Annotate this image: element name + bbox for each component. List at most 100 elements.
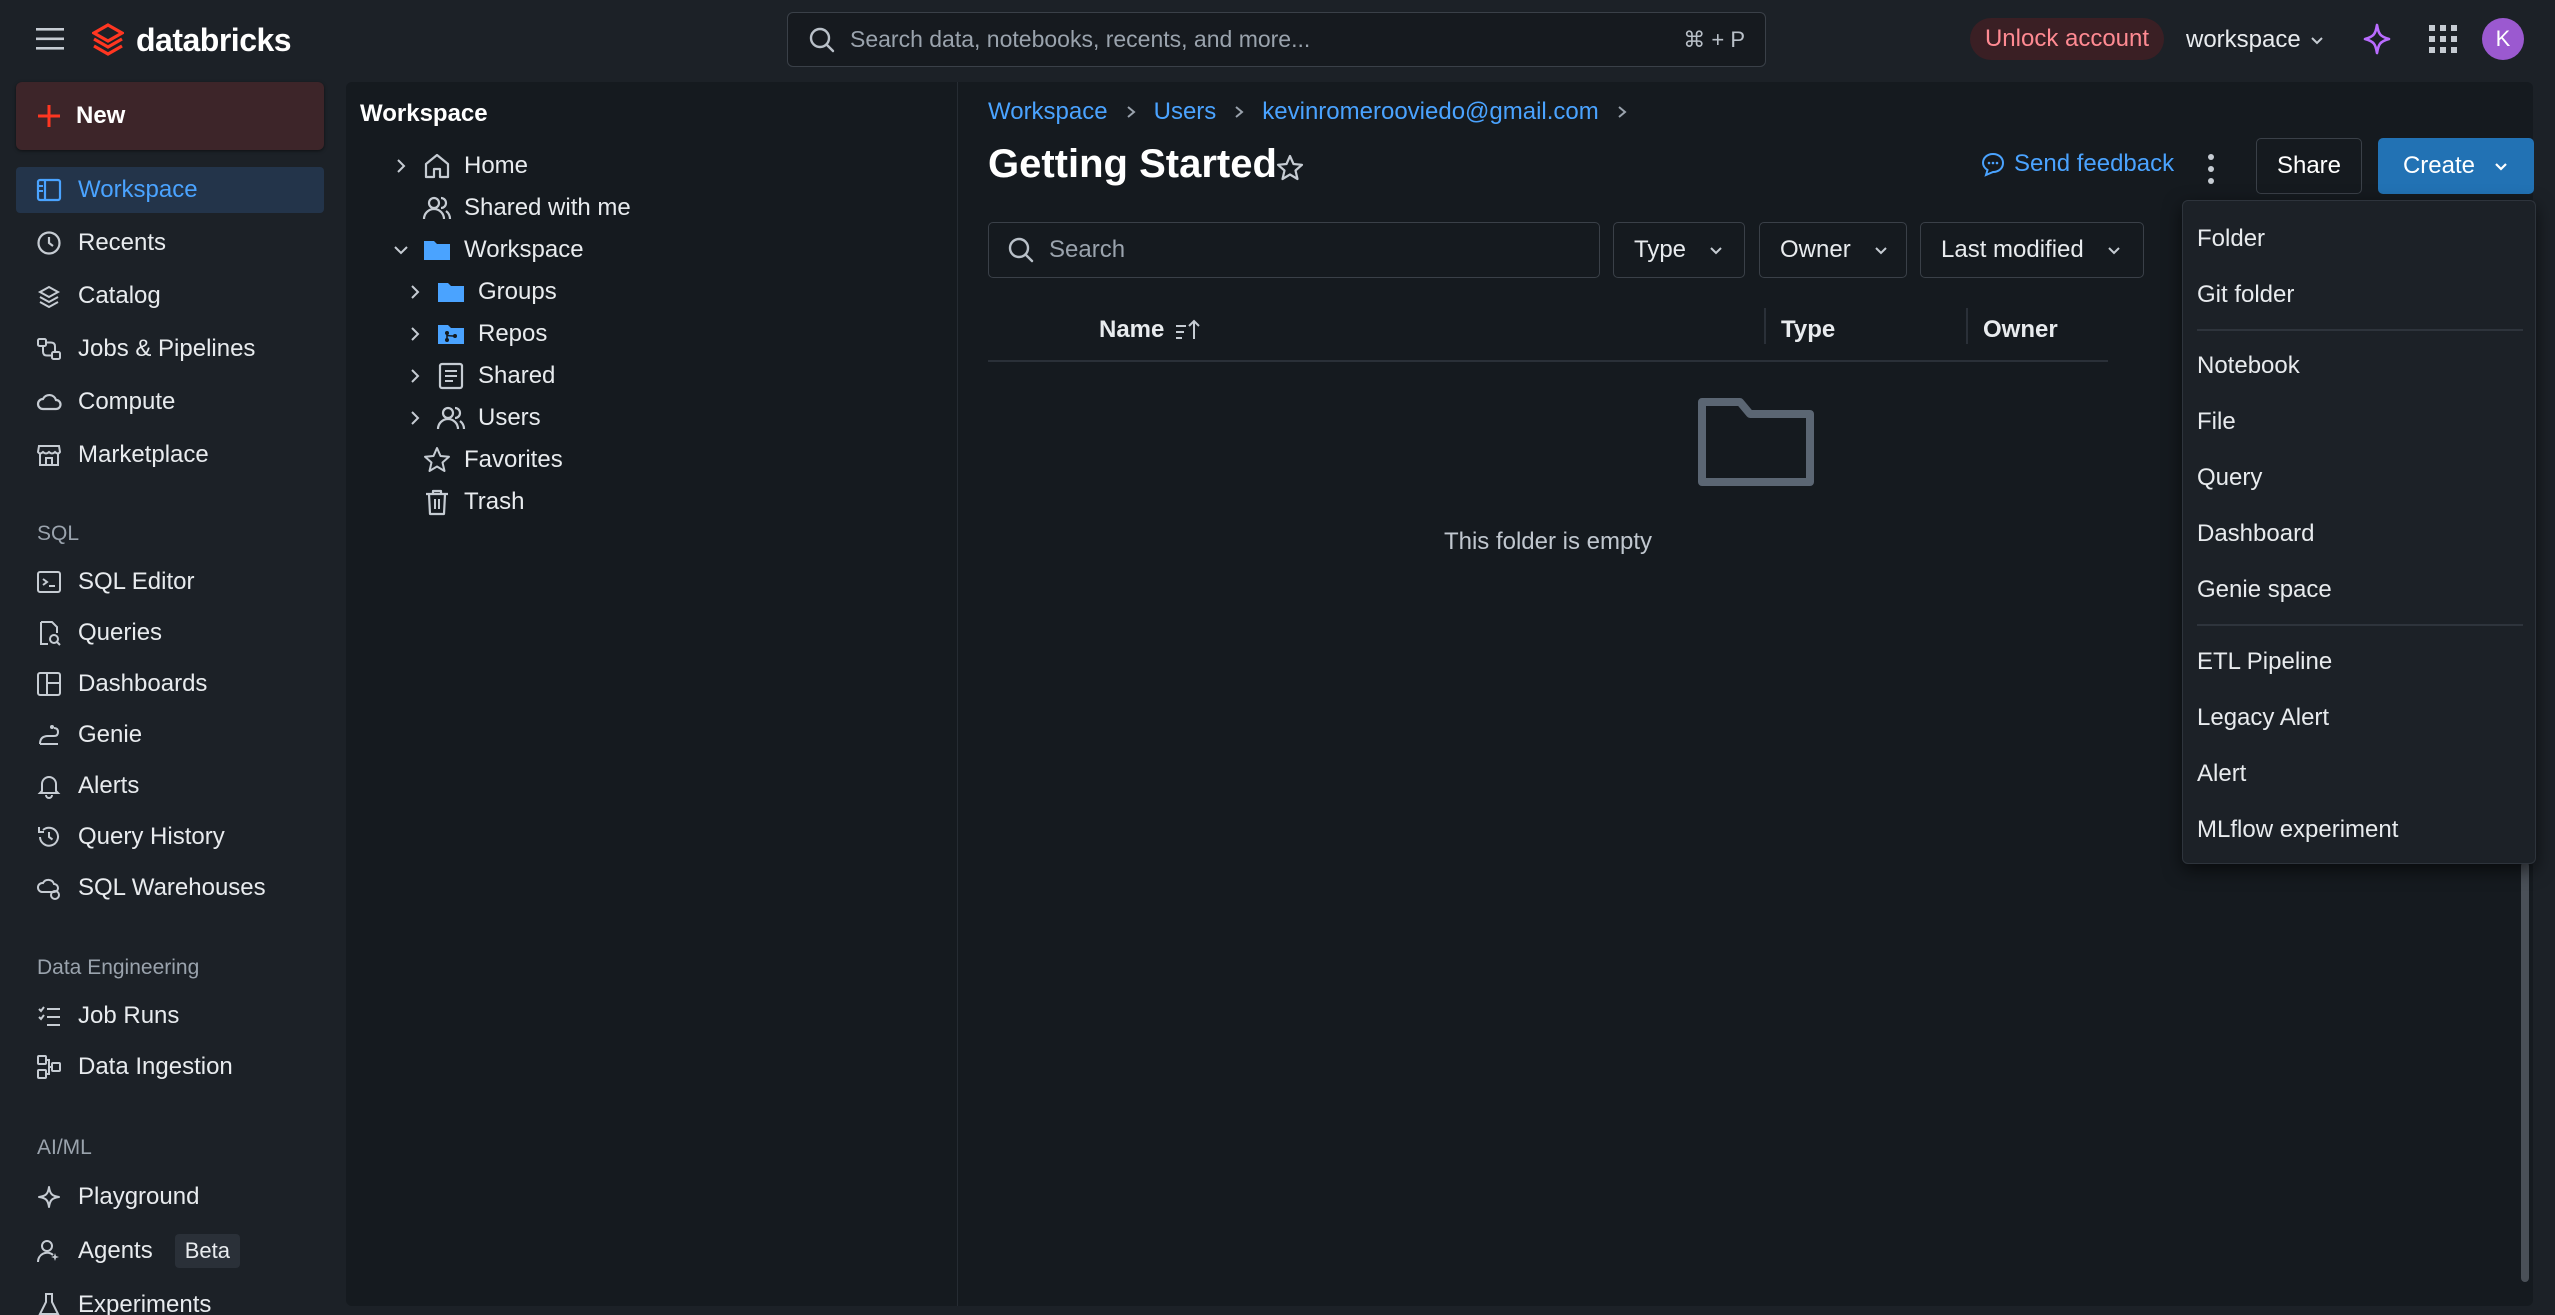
folder-filled-icon	[436, 277, 466, 307]
more-options-icon[interactable]	[2204, 152, 2218, 186]
sidebar-item-label: Compute	[78, 388, 176, 415]
folder-search-input[interactable]: Search	[988, 222, 1600, 278]
tree-item-label: Home	[464, 152, 529, 179]
sidebar-item-playground[interactable]: Playground	[16, 1174, 324, 1220]
menu-item-etl-pipeline[interactable]: ETL Pipeline	[2197, 648, 2332, 676]
send-feedback-button[interactable]: Send feedback	[1980, 150, 2174, 178]
sidebar-item-job-runs[interactable]: Job Runs	[16, 993, 324, 1039]
menu-item-alert[interactable]: Alert	[2197, 760, 2246, 788]
sidebar-item-catalog[interactable]: Catalog	[16, 273, 324, 319]
databricks-logo[interactable]: databricks	[92, 20, 292, 60]
sidebar-item-data-ingestion[interactable]: Data Ingestion	[16, 1044, 324, 1090]
menu-divider	[2197, 329, 2523, 331]
tree-item-label: Workspace	[464, 236, 584, 263]
chevron-down-icon[interactable]	[392, 241, 410, 259]
sidebar-item-label: Jobs & Pipelines	[78, 335, 256, 362]
workspace-switcher[interactable]: workspace	[2186, 20, 2325, 60]
tree-item-users[interactable]: Users	[406, 398, 541, 438]
sidebar-item-label: Experiments	[78, 1291, 212, 1315]
create-button-label: Create	[2402, 152, 2476, 179]
menu-item-folder[interactable]: Folder	[2197, 225, 2265, 253]
apps-grid-icon[interactable]	[2428, 24, 2458, 54]
sidebar-item-label: Job Runs	[78, 1002, 180, 1029]
chevron-right-icon[interactable]	[406, 283, 424, 301]
menu-divider	[2197, 624, 2523, 626]
menu-item-git-folder[interactable]: Git folder	[2197, 281, 2294, 309]
tree-item-favorites[interactable]: Favorites	[422, 440, 563, 480]
menu-icon[interactable]	[36, 26, 66, 52]
shared-folder-icon	[436, 361, 466, 391]
create-button[interactable]: Create	[2378, 138, 2534, 194]
chevron-right-icon[interactable]	[406, 409, 424, 427]
new-button[interactable]: New	[16, 82, 324, 150]
global-search-input[interactable]: Search data, notebooks, recents, and mor…	[787, 12, 1766, 67]
menu-item-genie-space[interactable]: Genie space	[2197, 576, 2332, 604]
column-divider	[1764, 308, 1766, 344]
tree-item-trash[interactable]: Trash	[422, 482, 524, 522]
tree-item-shared-with-me[interactable]: Shared with me	[422, 188, 631, 228]
search-placeholder: Search data, notebooks, recents, and mor…	[850, 26, 1311, 52]
sidebar-item-dashboards[interactable]: Dashboards	[16, 661, 324, 707]
breadcrumb-users[interactable]: Users	[1154, 98, 1217, 126]
sidebar-item-experiments[interactable]: Experiments	[16, 1282, 324, 1315]
sidebar-item-agents[interactable]: Agents Beta	[16, 1228, 324, 1274]
trash-icon	[422, 487, 452, 517]
flask-icon	[36, 1292, 62, 1315]
assistant-sparkle-icon[interactable]	[2362, 22, 2392, 56]
tree-item-shared[interactable]: Shared	[406, 356, 555, 396]
chevron-down-icon	[2309, 32, 2325, 48]
sidebar-item-recents[interactable]: Recents	[16, 220, 324, 266]
tree-item-home[interactable]: Home	[392, 146, 528, 186]
sidebar-item-alerts[interactable]: Alerts	[16, 763, 324, 809]
share-button[interactable]: Share	[2256, 138, 2362, 194]
tree-item-repos[interactable]: Repos	[406, 314, 547, 354]
left-sidebar: New Workspace Recents Catalog Jobs & Pip…	[0, 80, 340, 1315]
sidebar-item-workspace[interactable]: Workspace	[16, 167, 324, 213]
chevron-right-icon[interactable]	[406, 367, 424, 385]
sidebar-item-queries[interactable]: Queries	[16, 610, 324, 656]
dashboard-icon	[36, 671, 62, 697]
sidebar-item-sql-warehouses[interactable]: SQL Warehouses	[16, 865, 324, 911]
avatar[interactable]: K	[2482, 18, 2524, 60]
tree-item-groups[interactable]: Groups	[406, 272, 557, 312]
breadcrumb-user-email[interactable]: kevinromerooviedo@gmail.com	[1262, 98, 1599, 126]
data-engineering-section-label: Data Engineering	[37, 956, 200, 979]
column-header-owner[interactable]: Owner	[1983, 316, 2058, 344]
sidebar-item-jobs-pipelines[interactable]: Jobs & Pipelines	[16, 326, 324, 372]
column-header-type[interactable]: Type	[1781, 316, 1835, 344]
breadcrumb-workspace[interactable]: Workspace	[988, 98, 1108, 126]
sidebar-item-label: Recents	[78, 229, 167, 256]
sidebar-item-sql-editor[interactable]: SQL Editor	[16, 559, 324, 605]
bell-icon	[36, 773, 62, 799]
owner-filter-dropdown[interactable]: Owner	[1759, 222, 1907, 278]
favorite-star-icon[interactable]	[1274, 152, 1306, 184]
sidebar-item-compute[interactable]: Compute	[16, 379, 324, 425]
chevron-right-icon[interactable]	[392, 157, 410, 175]
column-divider	[1966, 308, 1968, 344]
sidebar-item-genie[interactable]: Genie	[16, 712, 324, 758]
sidebar-item-label: Playground	[78, 1183, 200, 1210]
menu-item-dashboard[interactable]: Dashboard	[2197, 520, 2314, 548]
column-header-name[interactable]: Name	[1099, 316, 1202, 344]
last-modified-filter-dropdown[interactable]: Last modified	[1920, 222, 2144, 278]
vertical-scrollbar[interactable]	[2521, 862, 2529, 1282]
menu-item-query[interactable]: Query	[2197, 464, 2262, 492]
search-icon	[808, 26, 836, 54]
star-icon	[422, 445, 452, 475]
tree-item-workspace[interactable]: Workspace	[392, 230, 584, 270]
cloud-icon	[36, 389, 62, 415]
sidebar-item-label: Query History	[78, 823, 225, 850]
breadcrumb: Workspace Users kevinromerooviedo@gmail.…	[988, 98, 1629, 126]
chevron-right-icon[interactable]	[406, 325, 424, 343]
menu-item-file[interactable]: File	[2197, 408, 2236, 436]
sidebar-item-marketplace[interactable]: Marketplace	[16, 432, 324, 478]
agent-icon	[36, 1238, 62, 1264]
type-filter-dropdown[interactable]: Type	[1613, 222, 1745, 278]
menu-item-mlflow-experiment[interactable]: MLflow experiment	[2197, 816, 2398, 844]
menu-item-legacy-alert[interactable]: Legacy Alert	[2197, 704, 2329, 732]
tree-item-label: Shared	[478, 362, 556, 389]
menu-item-notebook[interactable]: Notebook	[2197, 352, 2300, 380]
sidebar-item-query-history[interactable]: Query History	[16, 814, 324, 860]
unlock-account-button[interactable]: Unlock account	[1970, 18, 2164, 60]
sidebar-item-label: Genie	[78, 721, 143, 748]
